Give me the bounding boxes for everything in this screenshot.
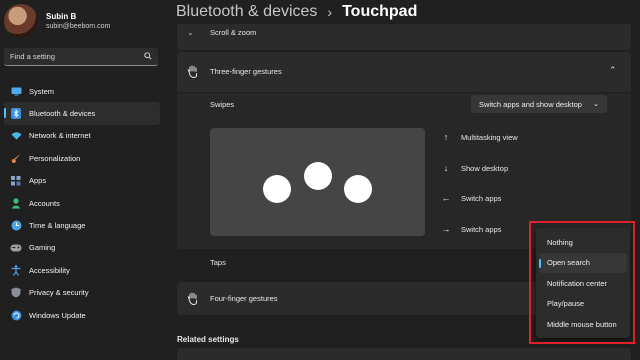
swipe-option-label: Switch apps [461,193,502,203]
shield-icon [10,287,22,299]
search-placeholder: Find a setting [10,52,56,61]
arrow-down-icon: ↓ [443,163,449,173]
breadcrumb: Bluetooth & devices › Touchpad [176,3,417,21]
sidebar-item-label: Accessibility [29,265,70,275]
chevron-down-icon: ⌄ [593,101,599,108]
three-finger-gestures-label: Three-finger gestures [210,67,282,76]
profile-email: subin@beebom.com [46,22,111,30]
related-settings-card[interactable] [177,348,631,360]
swipe-option-down: ↓ Show desktop [440,163,508,173]
highlight-box [529,221,635,344]
sidebar-item-label: System [29,86,55,96]
swipe-option-up: ↑ Multitasking view [440,132,518,142]
scroll-zoom-row[interactable]: ⌄ Scroll & zoom [177,24,631,50]
taps-label: Taps [210,258,226,267]
arrow-right-icon: → [441,224,451,234]
update-icon [10,309,22,321]
swipes-dropdown[interactable]: Switch apps and show desktop ⌄ [471,95,607,113]
hand-icon [187,292,199,310]
sidebar-item-label: Network & internet [29,131,91,141]
gamepad-icon [10,242,22,254]
breadcrumb-separator: › [327,4,333,20]
finger-dot [263,175,291,203]
arrow-left-icon: ← [441,193,451,203]
bluetooth-icon [10,108,22,120]
chevron-up-icon[interactable]: ⌃ [609,65,617,76]
sidebar-item-apps[interactable]: Apps [4,170,160,192]
account-icon [10,197,22,209]
swipe-option-label: Switch apps [461,224,502,234]
swipe-option-label: Multitasking view [461,132,518,142]
hand-icon [187,65,199,83]
sidebar-item-system[interactable]: System [4,80,160,102]
sidebar-item-personalization[interactable]: Personalization [4,147,160,169]
four-finger-gestures-label: Four-finger gestures [210,294,278,303]
finger-dot [304,162,332,190]
related-settings-heading: Related settings [177,335,239,344]
sidebar-item-label: Time & language [29,221,86,231]
arrow-up-icon: ↑ [443,132,449,142]
sidebar-item-time-language[interactable]: Time & language [4,214,160,236]
sidebar-item-bluetooth-devices[interactable]: Bluetooth & devices [4,102,160,125]
monitor-icon [10,85,22,97]
sidebar-item-label: Accounts [29,198,60,208]
sidebar-item-label: Gaming [29,243,56,253]
apps-icon [10,175,22,187]
finger-dot [344,175,372,203]
sidebar-item-network[interactable]: Network & internet [4,125,160,147]
sidebar-item-privacy-security[interactable]: Privacy & security [4,282,160,304]
sidebar-item-label: Bluetooth & devices [29,109,96,119]
profile[interactable]: Subin B subin@beebom.com [4,4,110,38]
sidebar-item-label: Privacy & security [29,288,89,298]
sidebar-item-gaming[interactable]: Gaming [4,237,160,259]
scroll-zoom-label: Scroll & zoom [210,28,257,37]
search-icon [144,51,152,62]
wifi-icon [10,130,22,142]
swipes-label: Swipes [210,100,235,109]
search-input[interactable]: Find a setting [4,48,158,66]
swipe-option-right: → Switch apps [440,224,502,234]
sidebar-item-label: Personalization [29,153,81,163]
sidebar-item-label: Apps [29,176,47,186]
nav-list: System Bluetooth & devices Network & int… [4,80,160,326]
brush-icon [10,152,22,164]
swipes-dropdown-value: Switch apps and show desktop [479,99,582,109]
breadcrumb-parent[interactable]: Bluetooth & devices [176,3,317,21]
swipe-option-label: Show desktop [461,163,509,173]
avatar [4,4,38,38]
sidebar: Subin B subin@beebom.com Find a setting … [0,0,165,360]
sidebar-item-accounts[interactable]: Accounts [4,192,160,214]
gesture-illustration [210,128,425,236]
profile-name: Subin B [46,11,77,21]
sidebar-item-label: Windows Update [29,310,86,320]
swipe-option-left: ← Switch apps [440,193,502,203]
chevron-down-icon: ⌄ [187,28,194,37]
sidebar-item-accessibility[interactable]: Accessibility [4,259,160,281]
three-finger-gestures-header[interactable]: Three-finger gestures ⌃ [177,52,631,92]
page-title: Touchpad [342,3,418,20]
globe-clock-icon [10,220,22,232]
sidebar-item-windows-update[interactable]: Windows Update [4,304,160,326]
accessibility-icon [10,264,22,276]
